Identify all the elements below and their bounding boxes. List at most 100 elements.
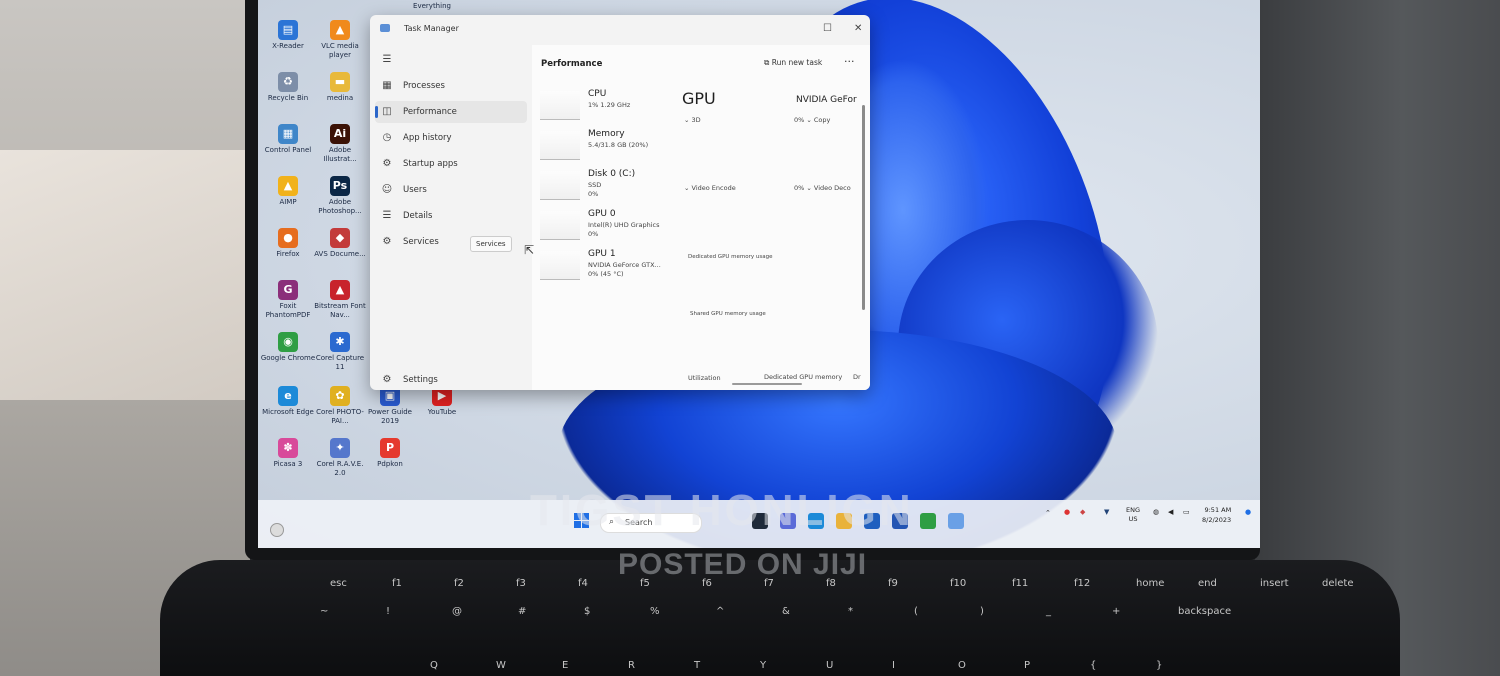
run-task-icon: ⧉ (764, 58, 770, 67)
keyboard-key: delete (1322, 578, 1354, 589)
horizontal-scrollbar[interactable] (732, 383, 802, 385)
desktop-icon[interactable]: ▲ Bitstream Font Nav... (312, 280, 368, 320)
device-tile-memory[interactable]: Memory 5.4/31.8 GB (20%) (536, 127, 666, 163)
title-bar[interactable]: Task Manager ☐ ✕ (378, 21, 862, 39)
sidebar-item-settings[interactable]: ⚙ Settings (375, 369, 527, 390)
keyboard-key: Q (430, 660, 438, 671)
more-options-button[interactable]: ··· (844, 55, 855, 68)
sidebar-item-performance[interactable]: ◫ Performance (375, 101, 527, 123)
desktop-icon-label: Firefox (276, 250, 300, 258)
close-icon[interactable]: ✕ (854, 23, 862, 34)
sparkline-graph (540, 171, 580, 200)
desktop-icon[interactable]: ✽ Picasa 3 (260, 438, 316, 469)
desktop-icon[interactable]: G Foxit PhantomPDF (260, 280, 316, 320)
sidebar-item-startup-apps[interactable]: ⚙ Startup apps (375, 153, 527, 175)
desktop-icon[interactable]: ▬ medina (312, 72, 368, 103)
clock-date: 8/2/2023 (1202, 516, 1232, 524)
desktop-icon[interactable]: ✿ Corel PHOTO-PAI... (312, 386, 368, 426)
desktop-icon[interactable]: ◉ Google Chrome (260, 332, 316, 363)
keyboard-key: % (650, 606, 660, 617)
tray-shield-icon[interactable]: ▼ (1104, 508, 1109, 516)
clock[interactable]: 9:51 AM 8/2/2023 (1202, 505, 1231, 525)
mouse-cursor-icon: ⇱ (524, 243, 535, 257)
keyboard-key: f3 (516, 578, 526, 589)
desktop-icon-label: Foxit PhantomPDF (265, 302, 311, 319)
taskbar-chrome-icon[interactable] (920, 513, 936, 529)
desktop-icon-label: AVS Docume... (314, 250, 366, 258)
sidebar-nav: ☰ ▦ Processes ◫ Performance ◷ App history ⚙ Sta… (370, 45, 530, 390)
sidebar-item-processes[interactable]: ▦ Processes (375, 75, 527, 97)
keyboard-key: R (628, 660, 635, 671)
desktop-icon[interactable]: ▤ X-Reader (260, 20, 316, 51)
app-icon: P (380, 438, 400, 458)
device-tile-gpu-1[interactable]: GPU 1 NVIDIA GeForce GTX... 0% (45 °C) (536, 247, 666, 283)
taskbar-task-manager-icon[interactable] (948, 513, 964, 529)
device-tile-disk-0-c-[interactable]: Disk 0 (C:) SSD 0% (536, 167, 666, 203)
engine-video-encode-dropdown[interactable]: ⌄ Video Encode (684, 184, 736, 192)
device-name: Memory (588, 129, 625, 139)
background-poster (0, 150, 245, 400)
dedicated-memory-label: Dedicated GPU memory (764, 373, 843, 381)
desktop-icon[interactable]: P Pdpkon (362, 438, 418, 469)
sidebar-item-app-history[interactable]: ◷ App history (375, 127, 527, 149)
clock-time: 9:51 AM (1204, 506, 1232, 514)
keyboard-key: ) (980, 606, 984, 617)
desktop-icon-label: Pdpkon (377, 460, 403, 468)
keyboard-key: ^ (716, 606, 725, 617)
keyboard-key: O (958, 660, 966, 671)
device-name: GPU 0 (588, 209, 616, 219)
engine-copy-dropdown[interactable]: 0% ⌄ Copy (794, 116, 830, 124)
sparkline-graph (540, 211, 580, 240)
desktop-icon[interactable]: ♻ Recycle Bin (260, 72, 316, 103)
notification-icon[interactable]: ● (1245, 508, 1251, 516)
desktop-icon[interactable]: e Microsoft Edge (260, 386, 316, 417)
desktop-icon[interactable]: ▦ Control Panel (260, 124, 316, 155)
hamburger-menu-button[interactable]: ☰ (375, 49, 527, 71)
tray-app-icon[interactable]: ● (1064, 508, 1070, 516)
desktop-icon[interactable]: ▲ AIMP (260, 176, 316, 207)
desktop-icon[interactable]: ● Firefox (260, 228, 316, 259)
desktop-icon-label: Recycle Bin (267, 94, 309, 102)
desktop-screen: Everything ▤ X-Reader ▲ VLC media player ♻ Re… (258, 0, 1260, 548)
performance-pane: Performance ⧉ Run new task ··· CPU 1% 1.2… (532, 45, 870, 390)
engine-video-decode-dropdown[interactable]: 0% ⌄ Video Deco (794, 184, 851, 192)
desktop-icon[interactable]: ▲ VLC media player (312, 20, 368, 60)
gear-icon: ⚙ (382, 374, 392, 385)
battery-icon[interactable]: ▭ (1183, 508, 1190, 516)
app-icon: ▦ (278, 124, 298, 144)
maximize-icon[interactable]: ☐ (823, 23, 832, 34)
device-tile-gpu-0[interactable]: GPU 0 Intel(R) UHD Graphics 0% (536, 207, 666, 243)
region-code: US (1128, 515, 1138, 523)
run-new-task-button[interactable]: ⧉ Run new task (764, 58, 822, 68)
task-manager-window[interactable]: Task Manager ☐ ✕ ☰ ▦ Processes ◫ Performanc… (370, 15, 870, 390)
sidebar-item-details[interactable]: ☰ Details (375, 205, 527, 227)
desktop-icon-label: Google Chrome (260, 354, 316, 362)
keyboard-key: insert (1260, 578, 1289, 589)
desktop-icon[interactable]: ◆ AVS Docume... (312, 228, 368, 259)
app-icon: ▬ (330, 72, 350, 92)
keyboard-key: { (1090, 660, 1097, 671)
device-usage: 0% (45 °C) (588, 270, 624, 278)
desktop-icon[interactable]: Ps Adobe Photoshop... (312, 176, 368, 216)
device-tile-cpu[interactable]: CPU 1% 1.29 GHz (536, 87, 666, 123)
sparkline-graph (540, 131, 580, 160)
network-icon[interactable]: ◍ (1153, 508, 1159, 516)
desktop-icon[interactable]: Ai Adobe Illustrat... (312, 124, 368, 164)
engine-3d-dropdown[interactable]: ⌄ 3D (684, 116, 701, 124)
language-indicator[interactable]: ENG US (1126, 506, 1140, 524)
volume-icon[interactable]: ◀ (1168, 508, 1173, 516)
desktop-icon[interactable]: ✱ Corel Capture 11 (312, 332, 368, 372)
desktop-icon[interactable]: ✦ Corel R.A.V.E. 2.0 (312, 438, 368, 478)
sidebar-item-users[interactable]: ☺ Users (375, 179, 527, 201)
vertical-scrollbar[interactable] (862, 105, 865, 310)
tray-security-icon[interactable]: ◆ (1080, 508, 1085, 516)
app-icon: ▲ (278, 176, 298, 196)
shared-memory-graph-label: Shared GPU memory usage (690, 311, 766, 317)
desktop-icon[interactable]: ▣ Power Guide 2019 (362, 386, 418, 426)
desktop-icon[interactable]: ▶ YouTube (414, 386, 470, 417)
desktop-icon-everything[interactable]: Everything (404, 0, 460, 11)
watermark-owner: TIGST HONLIGN (530, 486, 914, 535)
widgets-icon[interactable] (270, 523, 284, 537)
app-icon: ✿ (330, 386, 350, 406)
chevron-up-icon[interactable]: ⌃ (1045, 509, 1051, 517)
